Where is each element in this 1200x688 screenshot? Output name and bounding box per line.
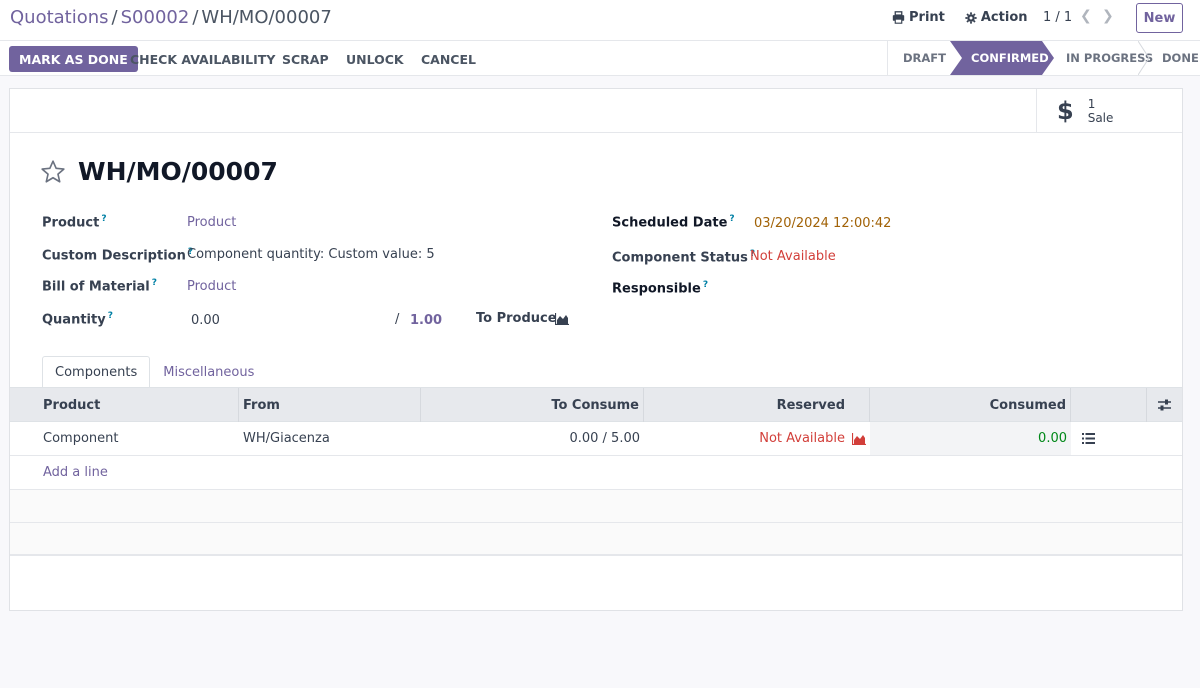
- row-product[interactable]: Component: [43, 422, 118, 455]
- sale-label: Sale: [1087, 110, 1114, 125]
- tab-components[interactable]: Components: [42, 356, 151, 388]
- sale-count: 1: [1087, 96, 1096, 111]
- bill-of-material-field[interactable]: Product: [187, 279, 236, 294]
- add-line-row: Add a line: [10, 456, 1182, 490]
- column-reserved[interactable]: Reserved: [644, 388, 870, 422]
- tab-miscellaneous[interactable]: Miscellaneous: [150, 356, 267, 388]
- quantity-total: 1.00: [410, 313, 443, 328]
- column-product[interactable]: Product: [10, 388, 239, 422]
- custom-description-label: Custom Description?: [42, 247, 194, 264]
- star-icon[interactable]: [40, 159, 66, 185]
- sale-smart-button[interactable]: $ 1 Sale: [1036, 89, 1182, 132]
- column-from[interactable]: From: [239, 388, 421, 422]
- new-button[interactable]: New: [1136, 3, 1183, 33]
- pager-previous-icon[interactable]: ❮: [1080, 8, 1092, 24]
- control-panel: Quotations / S00002/WH/MO/00007 Print Acti…: [0, 0, 1200, 40]
- breadcrumb-quotations[interactable]: Quotations: [10, 7, 109, 28]
- form-sheet: $ 1 Sale WH/MO/00007 Product? Product Cu…: [9, 88, 1183, 611]
- unlock-button[interactable]: UNLOCK: [346, 46, 404, 72]
- stage-draft[interactable]: DRAFT: [888, 41, 950, 75]
- scheduled-date-field[interactable]: 03/20/2024 12:00:42: [754, 216, 891, 231]
- scheduled-date-label: Scheduled Date?: [612, 214, 735, 231]
- stage-done[interactable]: DONE: [1150, 41, 1200, 75]
- print-icon: [892, 11, 905, 24]
- optional-columns-toggle[interactable]: [1147, 388, 1182, 422]
- check-availability-button[interactable]: CHECK AVAILABILITY: [130, 46, 275, 72]
- notebook-tabs: Components Miscellaneous: [42, 356, 267, 388]
- component-status-value: Not Available: [750, 249, 836, 264]
- forecast-chart-icon[interactable]: [555, 313, 569, 325]
- quantity-separator: /: [395, 312, 400, 327]
- row-reserved: Not Available: [759, 431, 845, 446]
- scrap-button[interactable]: SCRAP: [282, 46, 329, 72]
- sliders-icon: [1158, 399, 1171, 411]
- gear-icon: [965, 11, 977, 24]
- table-header: Product From To Consume Reserved Consume…: [10, 387, 1182, 422]
- column-to-consume[interactable]: To Consume: [421, 388, 644, 422]
- components-table: Product From To Consume Reserved Consume…: [10, 387, 1182, 556]
- stage-chevron-icon: [1138, 41, 1150, 75]
- column-spacer: [1071, 388, 1147, 422]
- responsible-field[interactable]: [750, 280, 1050, 298]
- dollar-icon: $: [1057, 96, 1074, 125]
- pager-value[interactable]: 1 / 1: [1043, 10, 1072, 25]
- empty-row: [10, 490, 1182, 523]
- row-to-consume: 0.00 / 5.00: [569, 431, 640, 446]
- help-icon: ?: [107, 311, 113, 321]
- breadcrumb-current: WH/MO/00007: [201, 7, 332, 28]
- quantity-input[interactable]: 0.00: [191, 313, 220, 328]
- custom-description-field[interactable]: Component quantity: Custom value: 5: [187, 247, 435, 262]
- bill-of-material-label: Bill of Material?: [42, 278, 157, 295]
- to-produce-label: To Produce: [476, 311, 557, 326]
- quantity-label: Quantity?: [42, 311, 113, 328]
- cancel-button[interactable]: CANCEL: [421, 46, 476, 72]
- table-row[interactable]: Component WH/Giacenza 0.00 / 5.00 Not Av…: [10, 422, 1182, 456]
- form-action-bar: MARK AS DONE CHECK AVAILABILITY SCRAP UN…: [0, 40, 1200, 76]
- record-title: WH/MO/00007: [78, 157, 278, 186]
- row-consumed[interactable]: 0.00: [870, 422, 1071, 455]
- status-bar: DRAFT CONFIRMED IN PROGRESS DONE: [887, 41, 1200, 75]
- add-a-line-link[interactable]: Add a line: [43, 456, 108, 489]
- breadcrumb: Quotations / S00002/WH/MO/00007: [10, 7, 332, 28]
- breadcrumb-sale-order[interactable]: S00002: [121, 7, 190, 28]
- help-icon: ?: [702, 280, 709, 290]
- component-status-label: Component Status?: [612, 249, 756, 266]
- print-button[interactable]: Print: [892, 10, 945, 25]
- row-from[interactable]: WH/Giacenza: [243, 422, 330, 455]
- column-consumed[interactable]: Consumed: [870, 388, 1071, 422]
- print-label: Print: [909, 10, 945, 25]
- product-label: Product?: [42, 214, 107, 231]
- action-button[interactable]: Action: [965, 10, 1028, 25]
- responsible-label: Responsible?: [612, 280, 709, 297]
- empty-row: [10, 523, 1182, 556]
- forecast-chart-icon[interactable]: [852, 433, 866, 445]
- product-field[interactable]: Product: [187, 215, 236, 230]
- stage-in-progress[interactable]: IN PROGRESS: [1054, 41, 1153, 75]
- action-label: Action: [980, 10, 1028, 25]
- smart-button-box: $ 1 Sale: [10, 89, 1182, 133]
- stage-confirmed[interactable]: CONFIRMED: [950, 41, 1054, 75]
- help-icon: ?: [729, 214, 735, 224]
- detailed-operations-icon[interactable]: [1082, 433, 1095, 444]
- help-icon: ?: [101, 214, 107, 224]
- help-icon: ?: [151, 278, 157, 288]
- mark-as-done-button[interactable]: MARK AS DONE: [9, 46, 138, 72]
- pager-next-icon[interactable]: ❯: [1102, 8, 1114, 24]
